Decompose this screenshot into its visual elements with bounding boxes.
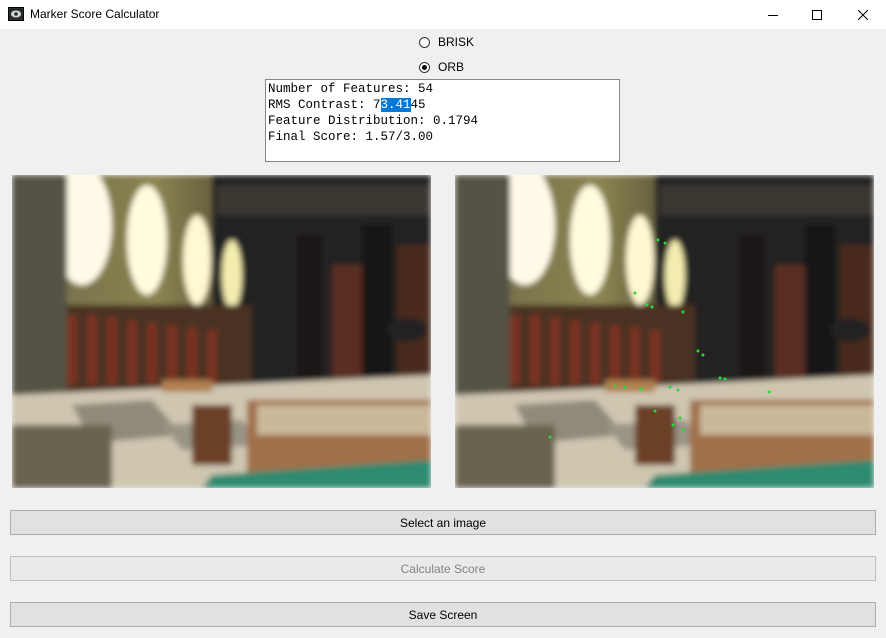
orb-radio[interactable]: ORB: [419, 59, 464, 75]
selected-text: 3.41: [380, 98, 411, 112]
features-count-line: Number of Features: 54: [268, 82, 434, 96]
rms-contrast-line: RMS Contrast: 73.4145: [268, 98, 426, 112]
maximize-icon: [812, 9, 822, 20]
close-icon: [858, 9, 868, 20]
app-icon: [8, 7, 24, 21]
library-photo-keypoints: [455, 175, 874, 488]
orb-radio-label: ORB: [438, 60, 465, 74]
close-button[interactable]: [840, 0, 886, 29]
feature-distribution-line: Feature Distribution: 0.1794: [268, 114, 479, 128]
keypoints-image: [455, 175, 874, 488]
minimize-button[interactable]: [750, 0, 796, 29]
calculate-score-button[interactable]: Calculate Score: [10, 556, 876, 581]
window-title: Marker Score Calculator: [30, 7, 160, 21]
brisk-radio[interactable]: BRISK: [419, 34, 474, 50]
brisk-radio-label: BRISK: [438, 35, 475, 49]
orb-radio-circle[interactable]: [419, 61, 430, 73]
maximize-button[interactable]: [794, 0, 840, 29]
results-textbox[interactable]: Number of Features: 54 RMS Contrast: 73.4…: [265, 79, 620, 162]
original-image: [12, 175, 431, 488]
brisk-radio-circle[interactable]: [419, 36, 430, 48]
final-score-line: Final Score: 1.57/3.00: [268, 130, 434, 144]
select-image-button[interactable]: Select an image: [10, 510, 876, 535]
title-bar: Marker Score Calculator: [0, 0, 886, 29]
library-photo: [12, 175, 431, 488]
minimize-icon: [768, 14, 778, 16]
save-screen-button[interactable]: Save Screen: [10, 602, 876, 627]
